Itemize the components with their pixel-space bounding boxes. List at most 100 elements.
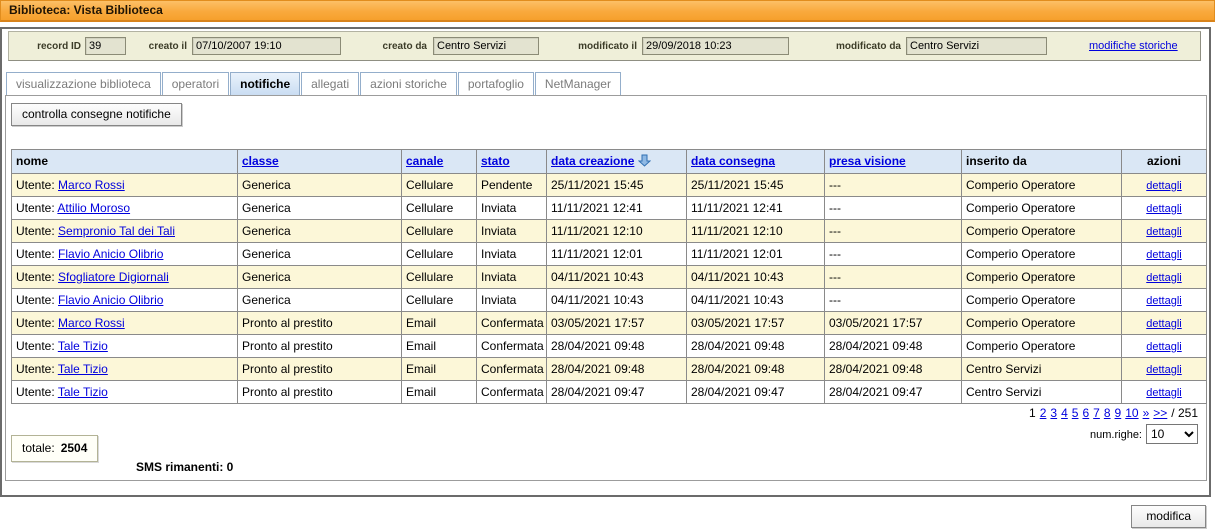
cell-classe: Generica [238,289,402,312]
details-link[interactable]: dettagli [1146,387,1181,399]
sort-link-data-creazione[interactable]: data creazione [551,154,634,168]
cell-canale: Email [402,381,477,404]
details-link[interactable]: dettagli [1146,249,1181,261]
window-title-bar: Biblioteca: Vista Biblioteca [0,0,1215,22]
created-at-field[interactable] [192,37,341,55]
cell-data-consegna: 03/05/2021 17:57 [687,312,825,335]
cell-data-consegna: 28/04/2021 09:47 [687,381,825,404]
cell-data-consegna: 28/04/2021 09:48 [687,335,825,358]
cell-inserito-da: Comperio Operatore [962,312,1122,335]
column-header-azioni: azioni [1122,150,1207,174]
table-header-row: nomeclassecanalestatodata creazionedata … [12,150,1207,174]
cell-classe: Pronto al prestito [238,358,402,381]
column-header-classe[interactable]: classe [238,150,402,174]
created-by-field[interactable] [433,37,539,55]
cell-classe: Generica [238,174,402,197]
modified-at-field[interactable] [642,37,789,55]
cell-data-creazione: 11/11/2021 12:01 [547,243,687,266]
table-row: Utente: Marco RossiPronto al prestitoEma… [12,312,1207,335]
pagination-link-9[interactable]: 9 [1115,406,1122,420]
cell-nome: Utente: Flavio Anicio Olibrio [12,289,238,312]
tab-portafoglio[interactable]: portafoglio [458,72,534,97]
pagination-total-pages: / 251 [1171,406,1198,420]
record-id-label: record ID [9,41,81,52]
cell-inserito-da: Comperio Operatore [962,289,1122,312]
edit-button[interactable]: modifica [1131,505,1206,528]
cell-nome: Utente: Attilio Moroso [12,197,238,220]
record-id-field[interactable] [85,37,126,55]
cell-canale: Cellulare [402,174,477,197]
check-deliveries-button[interactable]: controlla consegne notifiche [11,103,182,126]
history-changes-link[interactable]: modifiche storiche [1089,40,1178,52]
rows-per-page-select[interactable]: 10 [1146,424,1198,444]
pagination-link-7[interactable]: 7 [1093,406,1100,420]
tab-notifiche[interactable]: notifiche [230,72,300,97]
cell-azioni: dettagli [1122,335,1207,358]
column-header-data-creazione[interactable]: data creazione [547,150,687,174]
user-link[interactable]: Attilio Moroso [57,201,130,215]
details-link[interactable]: dettagli [1146,318,1181,330]
cell-canale: Cellulare [402,266,477,289]
cell-nome: Utente: Marco Rossi [12,174,238,197]
cell-classe: Pronto al prestito [238,312,402,335]
created-by-label: creato da [364,41,427,52]
sort-link-presa-visione[interactable]: presa visione [829,154,906,168]
cell-data-consegna: 25/11/2021 15:45 [687,174,825,197]
pagination-link-next[interactable]: » [1143,406,1150,420]
pagination-current-page: 1 [1029,406,1036,420]
tab-operatori[interactable]: operatori [162,72,229,97]
user-link[interactable]: Flavio Anicio Olibrio [58,293,163,307]
details-link[interactable]: dettagli [1146,203,1181,215]
cell-azioni: dettagli [1122,174,1207,197]
pagination-link-5[interactable]: 5 [1072,406,1079,420]
user-link[interactable]: Tale Tizio [58,362,108,376]
table-row: Utente: Attilio MorosoGenericaCellulareI… [12,197,1207,220]
column-header-data-consegna[interactable]: data consegna [687,150,825,174]
sort-link-stato[interactable]: stato [481,154,510,168]
cell-nome: Utente: Tale Tizio [12,335,238,358]
user-link[interactable]: Sempronio Tal dei Tali [58,224,175,238]
tab-allegati[interactable]: allegati [301,72,359,97]
pagination-link-2[interactable]: 2 [1040,406,1047,420]
cell-azioni: dettagli [1122,266,1207,289]
cell-data-consegna: 11/11/2021 12:41 [687,197,825,220]
user-link[interactable]: Marco Rossi [58,316,125,330]
pagination-link-8[interactable]: 8 [1104,406,1111,420]
user-link[interactable]: Tale Tizio [58,385,108,399]
pagination-link-3[interactable]: 3 [1050,406,1057,420]
modified-by-field[interactable] [906,37,1047,55]
tab-azioni-storiche[interactable]: azioni storiche [360,72,457,97]
cell-presa-visione: --- [825,289,962,312]
sort-link-classe[interactable]: classe [242,154,279,168]
details-link[interactable]: dettagli [1146,226,1181,238]
user-link[interactable]: Sfogliatore Digiornali [58,270,169,284]
details-link[interactable]: dettagli [1146,341,1181,353]
pagination-link-6[interactable]: 6 [1082,406,1089,420]
table-row: Utente: Sempronio Tal dei TaliGenericaCe… [12,220,1207,243]
column-header-presa-visione[interactable]: presa visione [825,150,962,174]
pagination-link-4[interactable]: 4 [1061,406,1068,420]
details-link[interactable]: dettagli [1146,364,1181,376]
cell-presa-visione: --- [825,220,962,243]
cell-nome: Utente: Sfogliatore Digiornali [12,266,238,289]
cell-classe: Generica [238,220,402,243]
cell-data-creazione: 11/11/2021 12:41 [547,197,687,220]
cell-presa-visione: 28/04/2021 09:48 [825,358,962,381]
tab-netmanager[interactable]: NetManager [535,72,621,97]
user-link[interactable]: Marco Rossi [58,178,125,192]
pagination-link-last[interactable]: >> [1153,406,1167,420]
sort-link-canale[interactable]: canale [406,154,443,168]
pagination-link-10[interactable]: 10 [1125,406,1138,420]
sort-link-data-consegna[interactable]: data consegna [691,154,775,168]
user-link[interactable]: Flavio Anicio Olibrio [58,247,163,261]
column-header-stato[interactable]: stato [477,150,547,174]
cell-stato: Pendente [477,174,547,197]
cell-inserito-da: Comperio Operatore [962,335,1122,358]
user-link[interactable]: Tale Tizio [58,339,108,353]
cell-stato: Inviata [477,289,547,312]
details-link[interactable]: dettagli [1146,295,1181,307]
column-header-canale[interactable]: canale [402,150,477,174]
details-link[interactable]: dettagli [1146,180,1181,192]
tab-visualizzazione-biblioteca[interactable]: visualizzazione biblioteca [6,72,161,97]
details-link[interactable]: dettagli [1146,272,1181,284]
